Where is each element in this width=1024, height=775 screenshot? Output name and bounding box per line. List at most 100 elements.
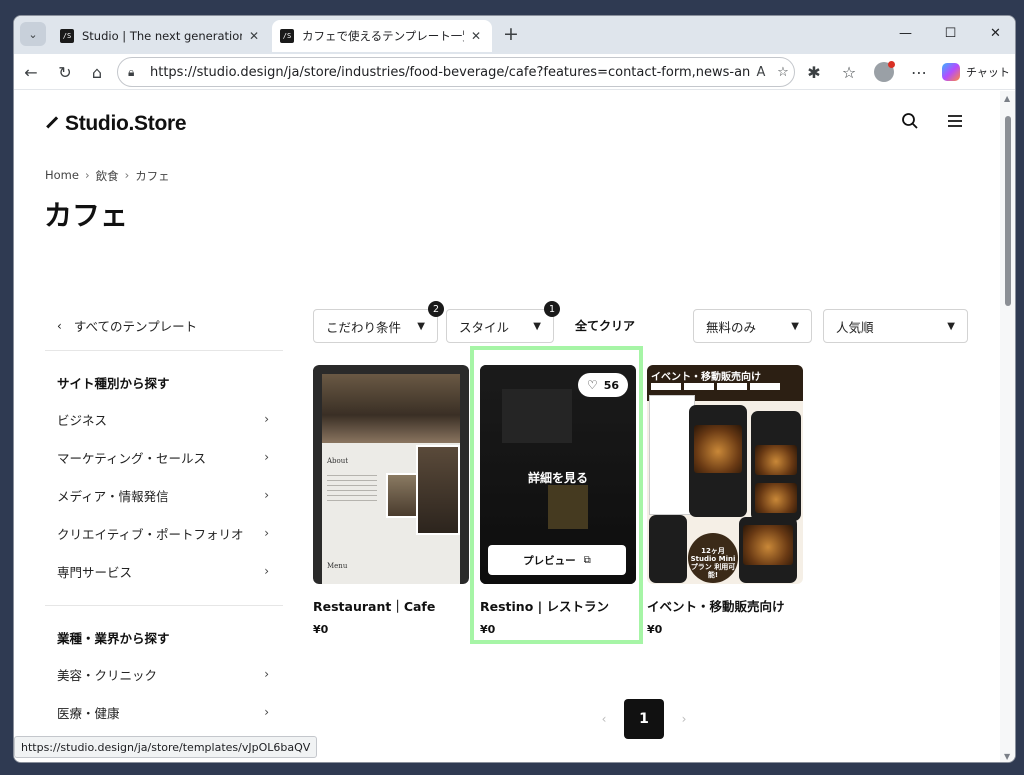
- sort-label: 人気順: [836, 319, 874, 335]
- template-thumbnail[interactable]: イベント・移動販売向け 12ヶ月 Studio Miniプラン 利用可能!: [647, 365, 803, 584]
- like-button[interactable]: ♡ 56: [577, 373, 628, 397]
- minimize-button[interactable]: —: [883, 16, 928, 50]
- sidebar-item-beauty[interactable]: 美容・クリニック ›: [45, 655, 283, 693]
- template-title[interactable]: イベント・移動販売向け: [647, 596, 803, 615]
- favorite-star-icon[interactable]: ☆: [772, 65, 794, 80]
- industry-section-title: 業種・業界から探す: [57, 631, 170, 646]
- conditions-filter-dropdown[interactable]: こだわり条件 ▼ 2: [313, 301, 444, 343]
- burger-image: [694, 425, 742, 473]
- caret-down-icon: ▼: [791, 320, 799, 332]
- tab-studio-home[interactable]: /S Studio | The next generation desig ✕: [52, 20, 270, 52]
- food-image: [755, 483, 797, 513]
- maximize-button[interactable]: ☐: [928, 16, 973, 50]
- sidebar-item-professional[interactable]: 専門サービス ›: [45, 552, 283, 590]
- copilot-button[interactable]: チャット: [942, 61, 1010, 83]
- hamburger-menu-icon[interactable]: [946, 112, 964, 135]
- read-aloud-icon[interactable]: A: [750, 65, 772, 80]
- refresh-icon[interactable]: ↻: [52, 59, 78, 85]
- all-templates-link[interactable]: ‹ すべてのテンプレート: [45, 301, 283, 351]
- caret-down-icon: ▼: [533, 320, 541, 332]
- chevron-right-icon: ›: [264, 412, 269, 426]
- preview-button[interactable]: プレビュー ⧉: [488, 545, 626, 575]
- sidebar-item-label: 医療・健康: [57, 705, 120, 721]
- thumbnail-frame: [313, 365, 469, 584]
- template-thumbnail[interactable]: ♡ 56 詳細を見る プレビュー ⧉: [480, 365, 636, 584]
- scrollbar-thumb[interactable]: [1005, 116, 1011, 306]
- back-icon[interactable]: ←: [18, 59, 44, 85]
- food-image: [743, 525, 793, 565]
- sidebar-item-label: 美容・クリニック: [57, 667, 158, 683]
- logo-text: Studio.Store: [65, 112, 187, 135]
- sidebar-item-media[interactable]: メディア・情報発信 ›: [45, 476, 283, 514]
- address-bar[interactable]: 🔒︎ https://studio.design/ja/store/indust…: [117, 57, 795, 87]
- clear-all-button[interactable]: 全てクリア: [575, 317, 635, 334]
- search-icon[interactable]: [901, 112, 919, 135]
- profile-avatar[interactable]: [874, 61, 895, 82]
- preview-label: プレビュー: [523, 554, 576, 567]
- pagination: ‹ 1 ›: [584, 699, 704, 739]
- sidebar-item-label: 専門サービス: [57, 564, 133, 580]
- sidebar: ‹ すべてのテンプレート サイト種別から探す ビジネス › マーケティング・セール…: [45, 301, 283, 731]
- close-tab-icon[interactable]: ✕: [246, 29, 262, 43]
- extensions-icon[interactable]: ✱: [801, 59, 827, 85]
- thumbnail-phone: [649, 515, 687, 583]
- style-filter-dropdown[interactable]: スタイル ▼ 1: [446, 301, 560, 343]
- sidebar-item-creative[interactable]: クリエイティブ・ポートフォリオ ›: [45, 514, 283, 552]
- more-options-icon[interactable]: ⋯: [906, 59, 932, 85]
- template-price: ¥0: [313, 623, 329, 636]
- close-tab-icon[interactable]: ✕: [468, 29, 484, 43]
- template-card-restaurant-cafe[interactable]: About Menu Restaurant｜Cafe ¥0: [313, 365, 469, 636]
- new-tab-button[interactable]: +: [500, 23, 522, 45]
- notification-dot: [888, 61, 895, 68]
- close-window-button[interactable]: ✕: [973, 16, 1015, 50]
- copilot-label: チャット: [966, 66, 1010, 79]
- price-filter-dropdown[interactable]: 無料のみ ▼: [693, 309, 812, 343]
- tab-actions-menu-button[interactable]: ⌄: [20, 22, 46, 46]
- view-details-link[interactable]: 詳細を見る: [480, 469, 636, 486]
- chevron-right-icon: ›: [264, 526, 269, 540]
- current-page-button[interactable]: 1: [624, 699, 664, 739]
- favorites-icon[interactable]: ☆: [836, 59, 862, 85]
- logo-slash: [46, 116, 58, 129]
- caret-down-icon: ▼: [947, 320, 955, 332]
- template-title[interactable]: Restino | レストラン: [480, 596, 636, 615]
- sidebar-item-marketing[interactable]: マーケティング・セールス ›: [45, 438, 283, 476]
- sidebar-item-business[interactable]: ビジネス ›: [45, 400, 283, 438]
- chevron-left-icon: ‹: [57, 318, 62, 333]
- template-thumbnail[interactable]: About Menu: [313, 365, 469, 584]
- sort-dropdown[interactable]: 人気順 ▼: [823, 309, 968, 343]
- studio-favicon-icon: /S: [280, 29, 294, 43]
- heart-icon: ♡: [586, 378, 598, 392]
- breadcrumb-food[interactable]: 飲食: [96, 168, 119, 184]
- scroll-up-icon[interactable]: ▲: [1004, 94, 1010, 103]
- browser-toolbar: ← ↻ ⌂ 🔒︎ https://studio.design/ja/store/…: [14, 54, 1015, 90]
- template-card-event[interactable]: イベント・移動販売向け 12ヶ月 Studio Miniプラン 利用可能! イベ…: [647, 365, 803, 636]
- sidebar-item-label: クリエイティブ・ポートフォリオ: [57, 526, 244, 542]
- breadcrumb-separator: ›: [124, 168, 130, 182]
- all-templates-label: すべてのテンプレート: [73, 319, 198, 334]
- tab-strip: ⌄ /S Studio | The next generation desig …: [14, 16, 1015, 54]
- breadcrumb: Home › 飲食 › カフェ: [45, 168, 170, 184]
- chevron-right-icon: ›: [264, 450, 269, 464]
- browser-window: ⌄ /S Studio | The next generation desig …: [13, 15, 1016, 763]
- link-status-bar: https://studio.design/ja/store/templates…: [14, 736, 318, 758]
- sidebar-item-medical[interactable]: 医療・健康 ›: [45, 693, 283, 731]
- site-logo[interactable]: Studio.Store: [45, 112, 187, 136]
- template-title[interactable]: Restaurant｜Cafe: [313, 596, 469, 615]
- prev-page-icon[interactable]: ‹: [584, 712, 624, 726]
- page-scrollbar[interactable]: ▲ ▼: [1000, 91, 1015, 762]
- filter-label: 無料のみ: [706, 319, 757, 335]
- scroll-down-icon[interactable]: ▼: [1004, 752, 1010, 761]
- studio-favicon-icon: /S: [60, 29, 74, 43]
- home-icon[interactable]: ⌂: [84, 59, 110, 85]
- url-text[interactable]: https://studio.design/ja/store/industrie…: [150, 65, 750, 80]
- breadcrumb-home[interactable]: Home: [45, 168, 79, 184]
- template-card-restino[interactable]: ♡ 56 詳細を見る プレビュー ⧉ Restino | レストラン ¥0: [480, 365, 636, 636]
- sidebar-item-label: マーケティング・セールス: [57, 450, 207, 466]
- filter-label: スタイル: [459, 319, 510, 335]
- site-info-icon[interactable]: 🔒︎: [128, 65, 144, 80]
- template-price: ¥0: [647, 623, 663, 636]
- next-page-icon[interactable]: ›: [664, 712, 704, 726]
- tab-cafe-templates[interactable]: /S カフェで使えるテンプレート一覧 | Studio ✕: [272, 20, 492, 52]
- tab-title: カフェで使えるテンプレート一覧 | Studio: [302, 29, 464, 43]
